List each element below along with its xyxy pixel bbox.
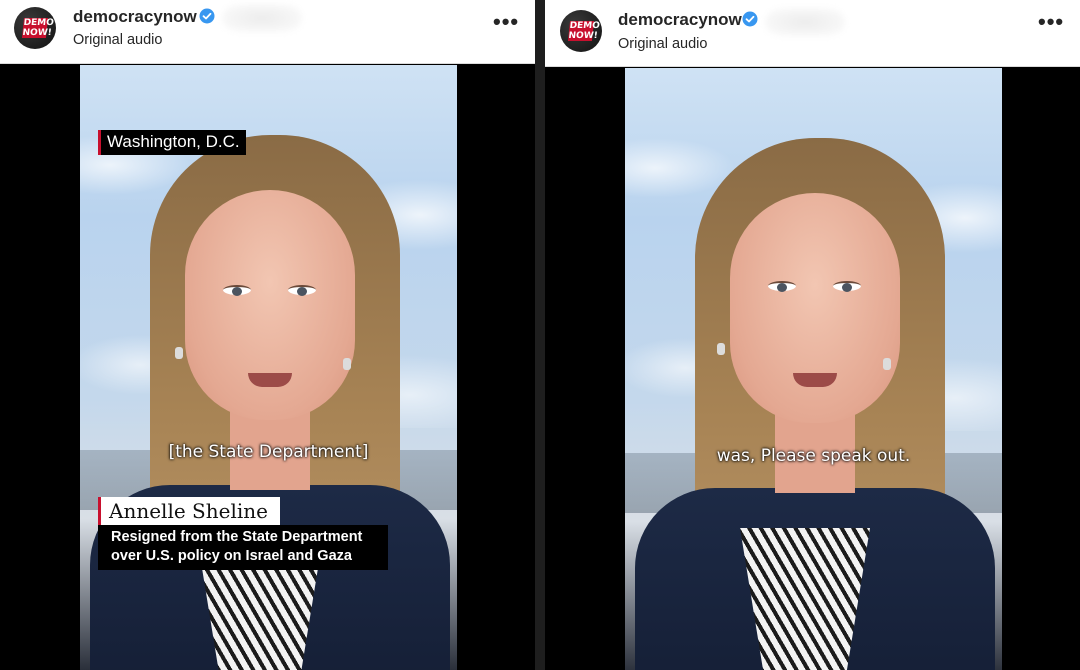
username[interactable]: democracynow — [618, 10, 742, 30]
panel-divider — [535, 0, 545, 670]
redacted-area — [222, 4, 302, 32]
speaker-face — [185, 190, 355, 420]
avatar[interactable]: DEMO NOW! — [560, 10, 602, 52]
username[interactable]: democracynow — [73, 7, 197, 27]
democracy-now-logo: DEMO NOW! — [21, 18, 55, 38]
more-options-icon[interactable]: ••• — [1038, 11, 1063, 33]
location-tag: Washington, D.C. — [98, 130, 246, 155]
audio-label[interactable]: Original audio — [618, 36, 707, 52]
post-header: DEMO NOW! democracynow Original audio ••• — [0, 0, 535, 64]
post-panel-left: DEMO NOW! democracynow Original audio •••… — [0, 0, 535, 670]
audio-label[interactable]: Original audio — [73, 32, 162, 48]
verified-badge-icon — [742, 11, 758, 27]
video-player[interactable]: Washington, D.C. [the State Department] … — [80, 65, 457, 670]
post-panel-right: DEMO NOW! democracynow Original audio •••… — [545, 0, 1080, 670]
democracy-now-logo: DEMO NOW! — [567, 21, 601, 41]
lower-third-name: Annelle Sheline — [98, 497, 280, 526]
video-player[interactable]: was, Please speak out. — [625, 68, 1002, 670]
video-caption: was, Please speak out. — [716, 446, 911, 466]
speaker-face — [730, 193, 900, 423]
redacted-area — [765, 8, 845, 36]
avatar[interactable]: DEMO NOW! — [14, 7, 56, 49]
more-options-icon[interactable]: ••• — [493, 11, 518, 33]
verified-badge-icon — [199, 8, 215, 24]
post-header: DEMO NOW! democracynow Original audio ••• — [545, 0, 1080, 67]
lower-third-description: Resigned from the State Department over … — [98, 525, 388, 570]
video-caption: [the State Department] — [168, 442, 369, 462]
